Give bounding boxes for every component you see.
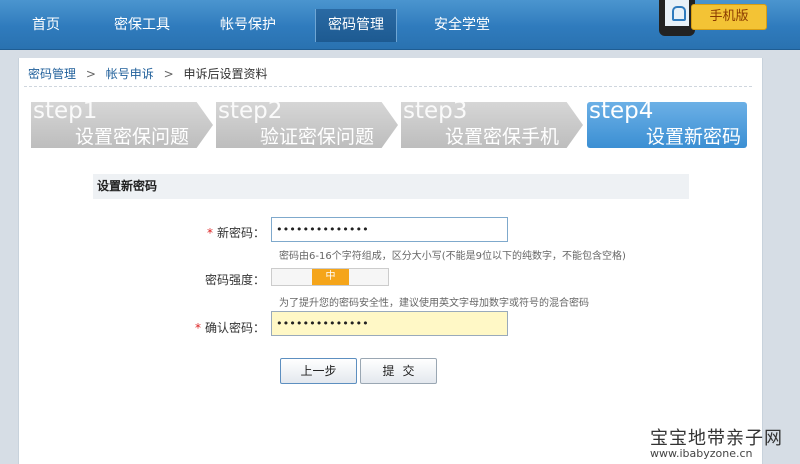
- confirm-password-label-row: * 确认密码：: [165, 319, 265, 336]
- step-3: step3 设置密保手机: [401, 102, 583, 148]
- breadcrumb: 密码管理 > 帐号申诉 > 申诉后设置资料: [28, 65, 273, 82]
- step-title: 设置密保问题: [74, 126, 189, 148]
- step-1: step1 设置密保问题: [31, 102, 213, 148]
- nav-item-password-management[interactable]: 密码管理: [315, 9, 397, 42]
- phone-icon: [659, 0, 695, 36]
- nav-item-security-tools[interactable]: 密保工具: [100, 9, 184, 42]
- password-strength-meter: 中: [271, 268, 389, 286]
- step-number: step4: [589, 98, 654, 124]
- breadcrumb-separator: >: [85, 67, 96, 81]
- confirm-password-input[interactable]: ••••••••••••••: [271, 311, 508, 336]
- breadcrumb-item-account-appeal[interactable]: 帐号申诉: [106, 67, 154, 81]
- new-password-label: 新密码：: [216, 226, 265, 240]
- breadcrumb-separator: >: [163, 67, 174, 81]
- top-navigation-bar: 首页 密保工具 帐号保护 密码管理 安全学堂 手机版: [0, 0, 800, 50]
- step-title: 设置新密码: [645, 126, 741, 148]
- step-2: step2 验证密保问题: [216, 102, 398, 148]
- new-password-input[interactable]: ••••••••••••••: [271, 217, 508, 242]
- submit-button[interactable]: 提交: [360, 358, 437, 384]
- confirm-password-label: 确认密码：: [204, 321, 265, 335]
- step-4-current: step4 设置新密码: [587, 98, 747, 148]
- password-strength-hint: 为了提升您的密码安全性，建议使用英文字母加数字或符号的混合密码: [279, 298, 589, 309]
- previous-step-button[interactable]: 上一步: [280, 358, 357, 384]
- step-title: 设置密保手机: [444, 126, 559, 148]
- breadcrumb-item-password-management[interactable]: 密码管理: [28, 67, 76, 81]
- breadcrumb-divider: [24, 86, 752, 87]
- watermark-url: www.ibabyzone.cn: [650, 447, 753, 460]
- section-title: 设置新密码: [93, 174, 689, 199]
- step-title: 验证密保问题: [259, 126, 374, 148]
- password-strength-label: 密码强度：: [204, 273, 265, 287]
- nav-item-security-academy[interactable]: 安全学堂: [420, 9, 504, 42]
- required-mark: *: [206, 226, 213, 240]
- mobile-version-badge[interactable]: 手机版: [655, 0, 773, 40]
- new-password-label-row: * 新密码：: [165, 224, 265, 241]
- breadcrumb-item-current: 申诉后设置资料: [183, 67, 268, 81]
- new-password-hint: 密码由6-16个字符组成，区分大小写(不能是9位以下的纯数字，不能包含空格): [279, 251, 626, 262]
- required-mark: *: [194, 321, 201, 335]
- strength-level-medium: 中: [312, 269, 349, 285]
- nav-item-account-protection[interactable]: 帐号保护: [206, 9, 290, 42]
- phone-screen-shield-icon: [665, 0, 689, 26]
- nav-item-home[interactable]: 首页: [14, 9, 78, 42]
- mobile-version-label: 手机版: [691, 4, 767, 30]
